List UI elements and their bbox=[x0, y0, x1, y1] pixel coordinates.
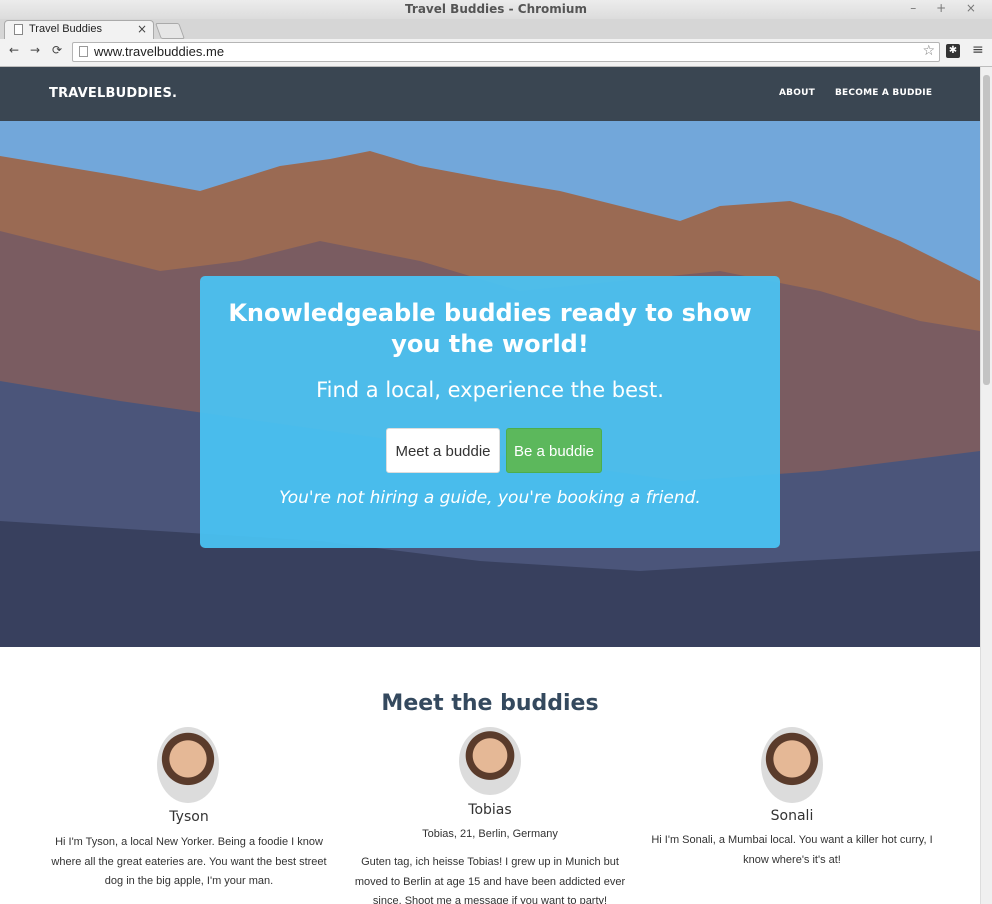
tab-label: Travel Buddies bbox=[29, 23, 102, 35]
hero-section: Knowledgeable buddies ready to show you … bbox=[0, 121, 980, 647]
new-tab-button[interactable] bbox=[155, 23, 185, 39]
window-title: Travel Buddies - Chromium bbox=[405, 2, 587, 16]
hero-subtitle: Find a local, experience the best. bbox=[316, 378, 664, 402]
tab-close-icon[interactable]: × bbox=[137, 22, 147, 36]
page-icon bbox=[14, 24, 23, 35]
buddy-name-tobias[interactable]: Tobias bbox=[350, 802, 630, 818]
vertical-scrollbar[interactable] bbox=[980, 67, 992, 904]
avatar-tyson[interactable] bbox=[157, 727, 219, 803]
avatar-tobias[interactable] bbox=[459, 727, 521, 795]
url-text[interactable]: www.travelbuddies.me bbox=[94, 44, 224, 59]
buddy-bio-tyson: Hi I'm Tyson, a local New Yorker. Being … bbox=[51, 836, 327, 887]
scrollbar-thumb[interactable] bbox=[983, 75, 990, 385]
tab-travel-buddies[interactable]: Travel Buddies × bbox=[4, 20, 154, 39]
site-navbar: TRAVELBUDDIES. ABOUT BECOME A BUDDIE bbox=[0, 67, 980, 121]
window-titlebar: Travel Buddies - Chromium – + × bbox=[0, 0, 992, 20]
buddy-meta-tobias: Tobias, 21, Berlin, Germany bbox=[422, 828, 558, 840]
meet-a-buddie-button[interactable]: Meet a buddie bbox=[386, 428, 500, 473]
avatar-sonali[interactable] bbox=[761, 727, 823, 803]
buddy-name-tyson[interactable]: Tyson bbox=[49, 809, 329, 825]
reload-icon[interactable]: ⟳ bbox=[52, 43, 62, 57]
browser-toolbar: ← → ⟳ www.travelbuddies.me ☆ ✱ ≡ bbox=[0, 39, 992, 67]
hero-card: Knowledgeable buddies ready to show you … bbox=[200, 276, 780, 548]
menu-icon[interactable]: ≡ bbox=[972, 42, 984, 58]
buddy-bio-tobias: Guten tag, ich heisse Tobias! I grew up … bbox=[354, 856, 626, 904]
forward-icon[interactable]: → bbox=[30, 43, 40, 57]
be-a-buddie-button[interactable]: Be a buddie bbox=[506, 428, 602, 473]
nav-about[interactable]: ABOUT bbox=[779, 88, 815, 98]
site-brand[interactable]: TRAVELBUDDIES. bbox=[49, 86, 177, 101]
nav-become-buddie[interactable]: BECOME A BUDDIE bbox=[835, 88, 932, 98]
window-controls[interactable]: – + × bbox=[910, 1, 984, 15]
page-icon bbox=[79, 46, 88, 57]
address-bar[interactable]: www.travelbuddies.me ☆ bbox=[72, 42, 940, 62]
hero-title: Knowledgeable buddies ready to show you … bbox=[228, 299, 752, 358]
back-icon[interactable]: ← bbox=[9, 43, 19, 57]
page-viewport: TRAVELBUDDIES. ABOUT BECOME A BUDDIE Kno… bbox=[0, 67, 980, 904]
buddy-name-sonali[interactable]: Sonali bbox=[652, 808, 932, 824]
tab-strip: Travel Buddies × bbox=[0, 19, 992, 39]
extension-icon[interactable]: ✱ bbox=[946, 44, 960, 58]
buddy-bio-sonali: Hi I'm Sonali, a Mumbai local. You want … bbox=[651, 834, 933, 866]
buddies-section-title: Meet the buddies bbox=[381, 691, 599, 716]
hero-tagline: You're not hiring a guide, you're bookin… bbox=[279, 488, 701, 508]
bookmark-star-icon[interactable]: ☆ bbox=[922, 43, 935, 59]
